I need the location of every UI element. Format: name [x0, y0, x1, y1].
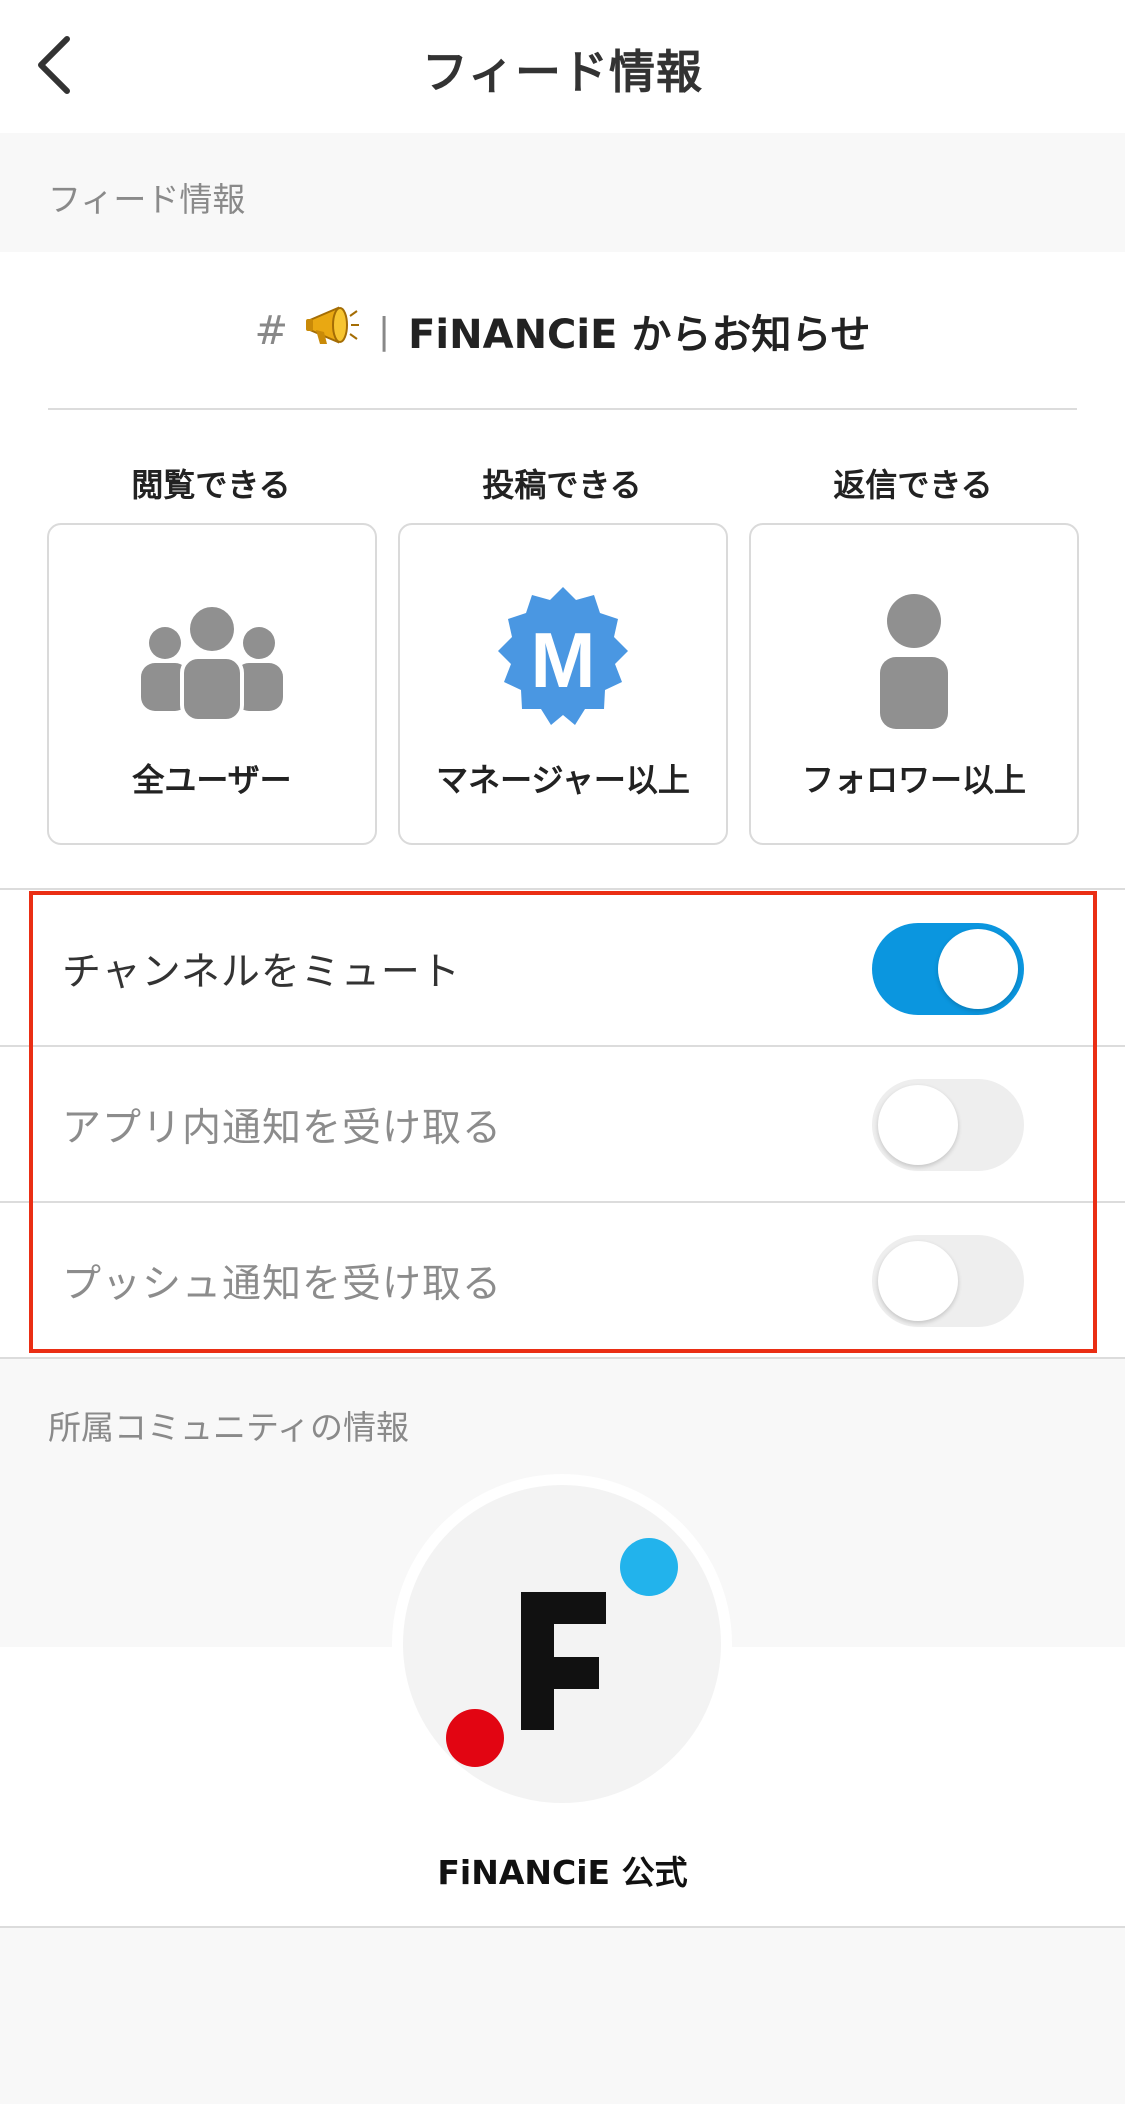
community-section-label: 所属コミュニティの情報: [48, 1408, 410, 1447]
channel-name: FiNANCiE からお知らせ: [408, 312, 871, 358]
community-name[interactable]: FiNANCiE 公式: [0, 1846, 1125, 1894]
page-title: フィード情報: [421, 45, 704, 99]
setting-row-in-app: アプリ内通知を受け取る: [0, 1047, 1125, 1202]
perm-card-view: 全ユーザー: [47, 523, 377, 845]
perm-card-post: M マネージャー以上: [398, 523, 728, 845]
feed-section-label: フィード情報: [48, 180, 246, 219]
mute-toggle[interactable]: [872, 922, 1024, 1015]
divider: [0, 888, 1125, 890]
perm-title-post: 投稿できる: [482, 466, 642, 504]
perm-card-reply: フォロワー以上: [749, 523, 1079, 845]
in-app-notification-label: アプリ内通知を受け取る: [62, 1105, 503, 1151]
header: フィード情報: [0, 0, 1125, 133]
toggle-knob: [878, 1240, 958, 1321]
setting-row-mute: チャンネルをミュート: [0, 891, 1125, 1046]
perm-label-reply: フォロワー以上: [801, 761, 1026, 799]
push-notification-label: プッシュ通知を受け取る: [62, 1261, 503, 1307]
bottom-filler: [0, 1928, 1125, 2104]
financie-logo-icon: [446, 1538, 678, 1767]
feed-section-header: フィード情報: [0, 133, 1125, 252]
toggle-knob: [878, 1084, 958, 1165]
divider: [48, 408, 1077, 410]
manager-badge-icon: M: [400, 583, 726, 743]
perm-label-post: マネージャー以上: [436, 761, 690, 799]
perm-label-view: 全ユーザー: [132, 761, 292, 799]
in-app-notification-toggle[interactable]: [872, 1078, 1024, 1171]
community-logo[interactable]: [392, 1474, 732, 1814]
divider: [0, 1357, 1125, 1359]
hash-icon: #: [254, 308, 288, 354]
megaphone-icon: [304, 302, 360, 360]
perm-title-view: 閲覧できる: [131, 466, 291, 504]
separator: |: [377, 310, 391, 352]
user-icon: [751, 583, 1077, 743]
users-group-icon: [49, 583, 375, 743]
mute-label: チャンネルをミュート: [62, 949, 461, 995]
svg-text:M: M: [531, 616, 596, 704]
toggle-knob: [938, 928, 1018, 1009]
channel-title: # | FiNANCiE からお知らせ: [0, 252, 1125, 410]
setting-row-push: プッシュ通知を受け取る: [0, 1203, 1125, 1358]
push-notification-toggle[interactable]: [872, 1234, 1024, 1327]
perm-title-reply: 返信できる: [833, 466, 993, 504]
